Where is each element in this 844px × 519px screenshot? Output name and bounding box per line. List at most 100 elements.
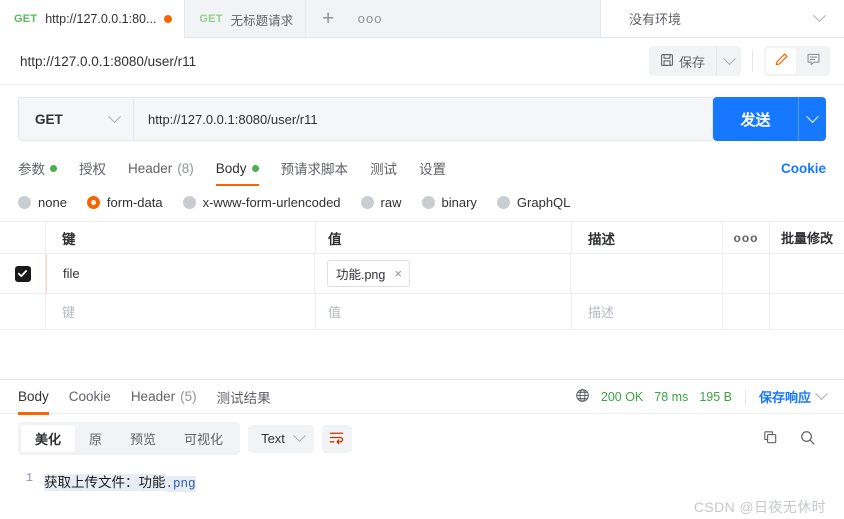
radio-label: form-data bbox=[106, 195, 163, 210]
save-options-button[interactable] bbox=[716, 46, 741, 76]
http-method-value: GET bbox=[35, 111, 63, 127]
row-key-value: file bbox=[63, 266, 80, 281]
edit-mode-button[interactable] bbox=[766, 48, 796, 74]
tab-label: Body bbox=[215, 160, 247, 176]
tab-title: http://127.0.0.1:80... bbox=[45, 12, 157, 26]
chevron-down-icon bbox=[806, 109, 819, 123]
response-body-viewer[interactable]: 1 获取上传文件：功能.png bbox=[0, 463, 844, 519]
request-tab-1[interactable]: GET 无标题请求 bbox=[185, 0, 307, 38]
search-button[interactable] bbox=[799, 429, 816, 449]
response-tab-test-results[interactable]: 测试结果 bbox=[217, 380, 271, 414]
active-dot-icon bbox=[50, 164, 57, 172]
environment-selector[interactable]: 没有环境 bbox=[600, 0, 844, 37]
remove-file-icon[interactable]: × bbox=[394, 267, 402, 280]
tab-tests[interactable]: 测试 bbox=[370, 151, 397, 185]
url-input-value: http://127.0.0.1:8080/user/r11 bbox=[148, 111, 318, 127]
response-toolbar: 美化 原 预览 可视化 Text bbox=[0, 413, 844, 463]
placeholder-bulk-cell bbox=[770, 294, 844, 329]
row-description-cell[interactable] bbox=[571, 254, 723, 293]
table-row: file 功能.png × bbox=[0, 254, 844, 294]
request-tab-0[interactable]: GET http://127.0.0.1:80... bbox=[0, 0, 186, 38]
row-value-cell[interactable]: 功能.png × bbox=[315, 254, 571, 293]
radio-icon bbox=[421, 196, 435, 209]
comment-icon bbox=[806, 52, 821, 70]
send-button[interactable]: 发送 bbox=[713, 97, 798, 141]
bulk-edit-button[interactable]: 批量修改 bbox=[770, 222, 844, 253]
view-preview-button[interactable]: 预览 bbox=[116, 425, 170, 452]
http-method-select[interactable]: GET bbox=[18, 97, 133, 141]
environment-label: 没有环境 bbox=[629, 12, 682, 27]
response-meta: 200 OK 78 ms 195 B 保存响应 bbox=[575, 387, 828, 406]
body-type-graphql[interactable]: GraphQL bbox=[496, 195, 571, 210]
header-cell-value: 值 bbox=[316, 222, 572, 253]
save-response-button[interactable]: 保存响应 bbox=[758, 387, 828, 406]
response-tab-body[interactable]: Body bbox=[18, 380, 49, 415]
placeholder-key-text: 键 bbox=[62, 305, 76, 320]
chevron-down-icon bbox=[722, 51, 736, 65]
body-type-binary[interactable]: binary bbox=[421, 195, 477, 210]
tab-label: 测试结果 bbox=[216, 390, 271, 406]
tab-overflow-menu-icon[interactable]: ooo bbox=[350, 0, 390, 37]
copy-button[interactable] bbox=[762, 429, 779, 449]
tab-params[interactable]: 参数 bbox=[18, 151, 57, 185]
response-tab-header[interactable]: Header (5) bbox=[131, 380, 197, 414]
status-badge: 200 OK bbox=[600, 389, 644, 404]
save-button[interactable]: 保存 bbox=[648, 46, 716, 76]
radio-icon bbox=[182, 196, 196, 209]
placeholder-description-cell[interactable]: 描述 bbox=[572, 294, 723, 329]
copy-icon bbox=[762, 429, 779, 449]
row-options-cell bbox=[723, 254, 770, 293]
row-key-cell[interactable]: file bbox=[45, 254, 315, 293]
body-type-none[interactable]: none bbox=[18, 195, 67, 210]
body-type-x-www-form-urlencoded[interactable]: x-www-form-urlencoded bbox=[182, 195, 341, 210]
chevron-down-icon bbox=[293, 429, 306, 443]
tab-prerequest-script[interactable]: 预请求脚本 bbox=[281, 151, 349, 185]
table-header-row: 键 值 描述 ooo 批量修改 bbox=[0, 222, 844, 254]
chevron-down-icon bbox=[108, 109, 121, 123]
view-beautify-button[interactable]: 美化 bbox=[21, 425, 76, 452]
response-tab-cookie[interactable]: Cookie bbox=[69, 380, 111, 414]
tab-method-label: GET bbox=[14, 13, 38, 25]
cookie-link[interactable]: Cookie bbox=[781, 161, 826, 176]
tab-label: Cookie bbox=[68, 389, 111, 404]
view-raw-button[interactable]: 原 bbox=[75, 425, 116, 452]
table-options-menu-icon[interactable]: ooo bbox=[723, 222, 770, 253]
word-wrap-button[interactable] bbox=[321, 424, 352, 453]
unsaved-dot-icon bbox=[164, 15, 173, 23]
response-toolbar-right bbox=[762, 429, 830, 449]
radio-label: GraphQL bbox=[516, 195, 571, 210]
radio-icon bbox=[360, 196, 374, 209]
tab-method-label: GET bbox=[199, 13, 223, 25]
save-response-label: 保存响应 bbox=[758, 390, 811, 405]
tab-settings[interactable]: 设置 bbox=[419, 151, 446, 185]
comment-mode-button[interactable] bbox=[798, 48, 828, 74]
tab-count: (8) bbox=[177, 160, 194, 176]
tab-header[interactable]: Header (8) bbox=[128, 151, 194, 185]
body-type-raw[interactable]: raw bbox=[360, 195, 402, 210]
line-number: 1 bbox=[25, 471, 33, 485]
placeholder-key-cell[interactable]: 键 bbox=[46, 294, 316, 329]
view-visualize-button[interactable]: 可视化 bbox=[170, 425, 237, 452]
tab-count: (5) bbox=[180, 389, 197, 404]
placeholder-value-cell[interactable]: 值 bbox=[316, 294, 572, 329]
tab-auth[interactable]: 授权 bbox=[79, 151, 106, 185]
request-body-empty-space bbox=[0, 330, 844, 379]
pencil-icon bbox=[774, 52, 789, 70]
row-checkbox[interactable] bbox=[14, 265, 31, 282]
tab-label: 设置 bbox=[419, 162, 447, 177]
tab-body[interactable]: Body bbox=[215, 151, 259, 186]
radio-icon bbox=[18, 196, 31, 209]
chevron-down-icon bbox=[815, 387, 828, 401]
url-input[interactable]: http://127.0.0.1:8080/user/r11 bbox=[133, 97, 713, 141]
floppy-disk-icon bbox=[660, 53, 674, 70]
radio-label: none bbox=[38, 195, 67, 210]
globe-icon bbox=[575, 388, 590, 406]
header-cell-checkbox bbox=[0, 222, 46, 253]
body-type-form-data[interactable]: form-data bbox=[86, 195, 163, 210]
response-format-select[interactable]: Text bbox=[248, 424, 314, 453]
response-section-tabs: Body Cookie Header (5) 测试结果 200 OK 78 ms… bbox=[0, 379, 844, 415]
send-options-button[interactable] bbox=[798, 97, 826, 141]
new-tab-button[interactable]: + bbox=[306, 0, 350, 37]
page-title: http://127.0.0.1:8080/user/r11 bbox=[20, 53, 197, 69]
tab-title: 无标题请求 bbox=[230, 13, 294, 28]
